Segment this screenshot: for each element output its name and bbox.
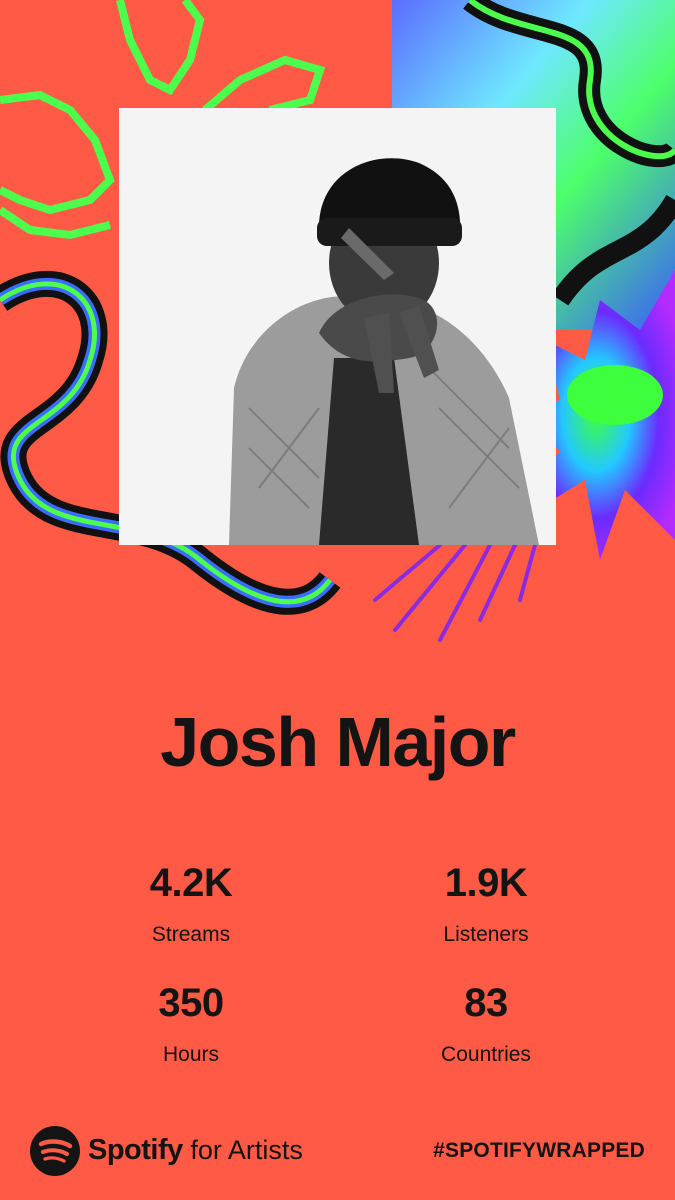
hashtag: #SPOTIFYWRAPPED (433, 1139, 645, 1162)
stat-label: Listeners (443, 923, 529, 946)
footer-brand: Spotify for Artists (88, 1130, 303, 1170)
stat-value: 1.9K (444, 861, 528, 905)
stat-value: 350 (158, 981, 224, 1025)
stat-countries: 83 Countries (366, 979, 606, 1069)
stat-streams: 4.2K Streams (71, 859, 311, 949)
stat-label: Countries (441, 1043, 531, 1066)
stat-listeners: 1.9K Listeners (366, 859, 606, 949)
stat-value: 4.2K (149, 861, 233, 905)
spotify-logo-icon (30, 1126, 80, 1176)
stat-hours: 350 Hours (71, 979, 311, 1069)
brand-suffix: for Artists (190, 1135, 303, 1165)
wrapped-card: Josh Major 4.2K Streams 1.9K Listeners 3… (0, 0, 675, 1200)
stat-label: Streams (151, 923, 231, 946)
stat-label: Hours (162, 1043, 220, 1066)
stat-value: 83 (464, 981, 508, 1025)
artist-photo (119, 108, 556, 545)
artist-name: Josh Major (160, 703, 516, 781)
brand-name: Spotify (88, 1134, 183, 1166)
